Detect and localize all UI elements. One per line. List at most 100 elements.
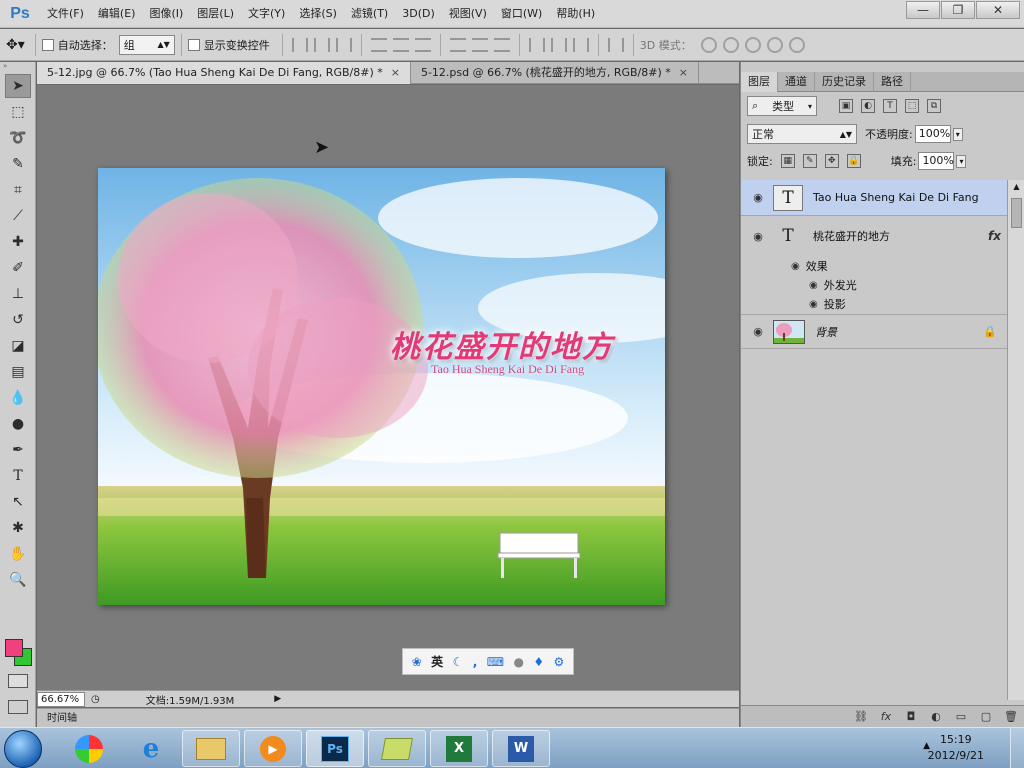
scale-3d-icon[interactable] [788, 36, 805, 53]
menu-window[interactable]: 窗口(W) [494, 0, 549, 28]
visibility-eye-icon[interactable]: ◉ [751, 230, 765, 243]
eyedropper-tool-icon[interactable]: ⟋ [5, 204, 31, 228]
punctuation-icon[interactable]: , [473, 655, 478, 669]
close-icon[interactable]: × [679, 62, 688, 84]
rotate-3d-icon[interactable] [700, 36, 717, 53]
user-icon[interactable]: ● [513, 655, 523, 669]
menu-file[interactable]: 文件(F) [40, 0, 91, 28]
quick-select-tool-icon[interactable]: ✎ [5, 152, 31, 176]
path-select-tool-icon[interactable]: ↖ [5, 490, 31, 514]
move-tool-icon[interactable]: ➤ [5, 74, 31, 98]
notes-app-icon[interactable] [368, 730, 426, 767]
status-menu-arrow-icon[interactable]: ▶ [274, 694, 281, 704]
minimize-button[interactable]: — [906, 1, 940, 19]
new-adjustment-icon[interactable]: ◐ [928, 710, 944, 724]
fill-slider-arrow-icon[interactable]: ▾ [956, 154, 967, 168]
system-clock[interactable]: 15:19 2012/9/21 [928, 732, 984, 764]
artwork-title[interactable]: 桃花盛开的地方 [390, 322, 614, 366]
tab-doc-jpg[interactable]: 5-12.jpg @ 66.7% (Tao Hua Sheng Kai De D… [37, 62, 411, 84]
visibility-eye-icon[interactable]: ◉ [751, 191, 765, 204]
filter-smart-icon[interactable]: ⧉ [927, 99, 941, 113]
quick-mask-icon[interactable] [8, 674, 28, 688]
align-vcenter-icon[interactable] [313, 37, 330, 52]
distribute-top-icon[interactable] [449, 37, 466, 52]
photoshop-taskbar-icon[interactable]: Ps [306, 730, 364, 767]
layer-filter-dropdown[interactable]: ⌕ 类型 ▾ [747, 96, 817, 116]
artwork-subtitle[interactable]: Tao Hua Sheng Kai De Di Fang [431, 362, 584, 377]
layers-scrollbar[interactable]: ▲ [1007, 180, 1024, 700]
visibility-eye-icon[interactable]: ◉ [791, 261, 800, 272]
zoom-tool-icon[interactable]: 🔍 [5, 568, 31, 592]
scroll-up-icon[interactable]: ▲ [1011, 182, 1022, 196]
menu-filter[interactable]: 滤镜(T) [344, 0, 395, 28]
filter-pixel-icon[interactable]: ▣ [839, 99, 853, 113]
half-width-icon[interactable]: ☾ [453, 655, 464, 669]
menu-help[interactable]: 帮助(H) [549, 0, 602, 28]
app-360-icon[interactable] [60, 730, 118, 767]
layer-row[interactable]: ◉ T Tao Hua Sheng Kai De Di Fang [741, 180, 1007, 216]
opacity-field[interactable]: 100% [914, 125, 951, 143]
healing-brush-tool-icon[interactable]: ✚ [5, 230, 31, 254]
effects-group-row[interactable]: ◉ 效果 [791, 258, 828, 274]
lock-pixels-icon[interactable]: ✎ [802, 154, 817, 168]
visibility-eye-icon[interactable]: ◉ [809, 299, 818, 310]
roll-3d-icon[interactable] [722, 36, 739, 53]
file-explorer-icon[interactable] [182, 730, 240, 767]
tab-layers[interactable]: 图层 [741, 72, 778, 92]
menu-type[interactable]: 文字(Y) [241, 0, 292, 28]
layer-row[interactable]: ◉ 背景 🔒 [741, 315, 1007, 349]
history-brush-tool-icon[interactable]: ↺ [5, 308, 31, 332]
add-mask-icon[interactable]: ◘ [903, 710, 919, 724]
pan-3d-icon[interactable] [744, 36, 761, 53]
start-button[interactable] [4, 730, 42, 768]
tab-paths[interactable]: 路径 [874, 72, 911, 92]
move-tool-preset-icon[interactable]: ✥▾ [6, 37, 25, 53]
opacity-slider-arrow-icon[interactable]: ▾ [952, 127, 963, 141]
effect-drop-shadow-row[interactable]: ◉ 投影 [809, 296, 846, 312]
collapse-icon[interactable]: » [0, 62, 35, 72]
timeline-label[interactable]: 时间轴 [47, 713, 77, 724]
auto-align-icon[interactable] [607, 37, 624, 52]
gradient-tool-icon[interactable]: ▤ [5, 360, 31, 384]
new-layer-icon[interactable]: ▢ [978, 710, 994, 724]
stamp-tool-icon[interactable]: ⊥ [5, 282, 31, 306]
canvas-area[interactable]: ➤ 桃花盛开的地方 Tao Hua Sheng Kai De Di Fang ❀… [37, 85, 739, 690]
menu-edit[interactable]: 编辑(E) [91, 0, 143, 28]
new-group-icon[interactable]: ▭ [953, 710, 969, 724]
show-transform-checkbox[interactable] [187, 38, 200, 51]
keyboard-icon[interactable]: ⌨ [487, 655, 504, 669]
menu-image[interactable]: 图像(I) [142, 0, 190, 28]
baidu-paw-icon[interactable]: ❀ [412, 655, 422, 669]
align-hcenter-icon[interactable] [392, 37, 409, 52]
scroll-thumb[interactable] [1011, 198, 1022, 228]
distribute-left-icon[interactable] [528, 37, 545, 52]
lock-all-icon[interactable]: 🔒 [846, 154, 861, 168]
blend-mode-dropdown[interactable]: 正常 ▲▼ [747, 124, 857, 144]
link-layers-icon[interactable]: ⛓ [853, 710, 869, 724]
type-tool-icon[interactable]: T [5, 464, 31, 488]
hand-tool-icon[interactable]: ✋ [5, 542, 31, 566]
distribute-bottom-icon[interactable] [493, 37, 510, 52]
filter-type-icon[interactable]: T [883, 99, 897, 113]
settings-gear-icon[interactable]: ⚙ [554, 655, 565, 669]
close-icon[interactable]: × [391, 62, 400, 84]
tab-history[interactable]: 历史记录 [815, 72, 874, 92]
ime-lang-toggle[interactable]: 英 [431, 653, 443, 670]
add-style-fx-icon[interactable]: fx [878, 710, 894, 724]
lasso-tool-icon[interactable]: ➰ [5, 126, 31, 150]
align-bottom-icon[interactable] [335, 37, 352, 52]
internet-explorer-icon[interactable]: e [122, 730, 180, 767]
tab-doc-psd[interactable]: 5-12.psd @ 66.7% (桃花盛开的地方, RGB/8#) * × [411, 62, 699, 84]
skin-icon[interactable]: ♦ [533, 655, 544, 669]
dodge-tool-icon[interactable]: ● [5, 412, 31, 436]
menu-select[interactable]: 选择(S) [292, 0, 344, 28]
menu-3d[interactable]: 3D(D) [395, 0, 442, 28]
tab-channels[interactable]: 通道 [778, 72, 815, 92]
auto-select-checkbox[interactable] [41, 38, 54, 51]
effect-outer-glow-row[interactable]: ◉ 外发光 [809, 277, 857, 293]
align-right-icon[interactable] [414, 37, 431, 52]
screen-mode-icon[interactable] [8, 700, 28, 714]
delete-layer-icon[interactable]: 🗑 [1003, 710, 1019, 724]
pen-tool-icon[interactable]: ✒ [5, 438, 31, 462]
distribute-vcenter-icon[interactable] [471, 37, 488, 52]
